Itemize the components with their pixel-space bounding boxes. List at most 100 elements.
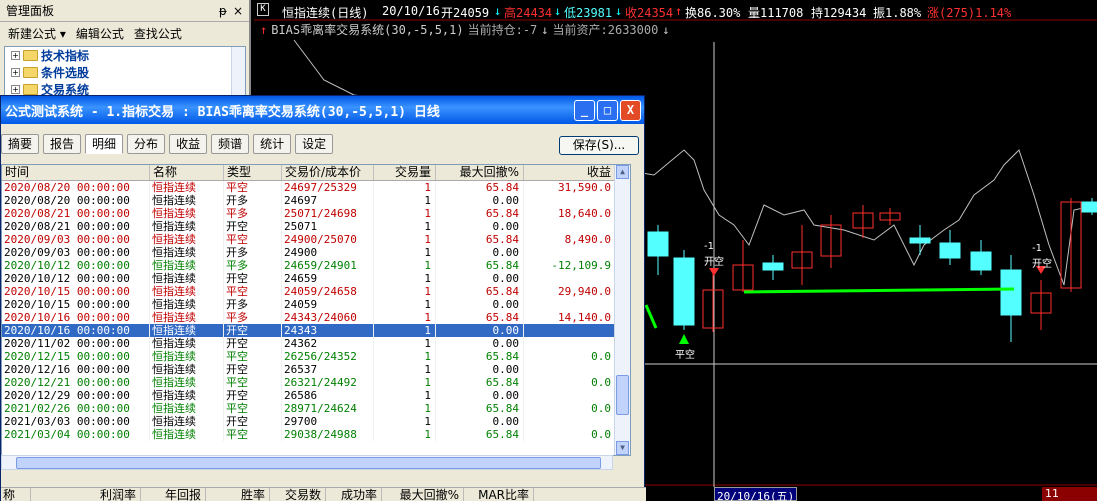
down-arrow-icon: ↓ xyxy=(494,4,502,18)
cell-price: 28971/24624 xyxy=(282,402,374,415)
quote-open: 开24059 xyxy=(441,6,490,20)
tab-summary[interactable]: 摘要 xyxy=(1,134,40,154)
scroll-thumb[interactable] xyxy=(616,375,629,415)
cell-profit xyxy=(524,389,616,402)
summary-col-trade-count[interactable]: 交易数 xyxy=(270,488,326,501)
table-row[interactable]: 2021/02/26 00:00:00 恒指连续 平空 28971/24624 1 65.… xyxy=(2,402,630,415)
indicator-position: 当前持仓:-7 xyxy=(467,23,538,37)
period-flag[interactable]: K xyxy=(257,3,269,16)
table-horizontal-scrollbar[interactable] xyxy=(1,455,613,470)
save-button[interactable]: 保存(S)... xyxy=(559,136,639,155)
summary-col-profit-rate[interactable]: 利润率 xyxy=(31,488,141,501)
cell-type: 平空 xyxy=(224,376,282,389)
cell-price: 24697/25329 xyxy=(282,181,374,194)
maximize-button[interactable]: □ xyxy=(597,99,618,121)
indicator-name[interactable]: BIAS乖离率交易系统(30,-5,5,1) xyxy=(271,23,463,37)
tab-report[interactable]: 报告 xyxy=(43,134,82,154)
cell-profit: 0.0 xyxy=(524,376,616,389)
summary-col-max-drawdown[interactable]: 最大回撤% xyxy=(382,488,464,501)
summary-col-mar-ratio[interactable]: MAR比率 xyxy=(464,488,534,501)
cell-price: 24900 xyxy=(282,246,374,259)
cell-type: 平空 xyxy=(224,402,282,415)
trade-detail-table[interactable]: 时间 名称 类型 交易价/成本价 交易量 最大回撤% 收益 2020/08/20… xyxy=(1,164,631,456)
expand-icon[interactable]: + xyxy=(11,51,20,60)
tab-statistics[interactable]: 统计 xyxy=(253,134,292,154)
scroll-down-icon[interactable]: ▼ xyxy=(616,441,629,455)
table-row[interactable]: 2020/10/16 00:00:00 恒指连续 开空 24343 1 0.00 xyxy=(2,324,630,337)
table-row[interactable]: 2020/08/20 00:00:00 恒指连续 平空 24697/25329 1 65.… xyxy=(2,181,630,194)
cell-name: 恒指连续 xyxy=(150,402,224,415)
table-row[interactable]: 2021/03/03 00:00:00 恒指连续 开空 29700 1 0.00 xyxy=(2,415,630,428)
pin-icon[interactable]: ᵽ xyxy=(219,4,227,18)
tree-item-screening[interactable]: + 条件选股 xyxy=(5,64,245,81)
tab-spectrum[interactable]: 频谱 xyxy=(211,134,250,154)
summary-col-annual-return[interactable]: 年回报 xyxy=(141,488,206,501)
summary-col-win-rate[interactable]: 胜率 xyxy=(206,488,270,501)
close-icon[interactable]: × xyxy=(233,4,243,18)
col-header-name[interactable]: 名称 xyxy=(150,165,224,180)
panel-title-bar: 管理面板 ᵽ × xyxy=(0,0,249,22)
table-row[interactable]: 2020/12/16 00:00:00 恒指连续 开空 26537 1 0.00 xyxy=(2,363,630,376)
expand-icon[interactable]: + xyxy=(11,85,20,94)
col-header-time[interactable]: 时间 xyxy=(2,165,150,180)
panel-title: 管理面板 xyxy=(6,4,55,18)
table-row[interactable]: 2020/10/12 00:00:00 恒指连续 开空 24659 1 0.00 xyxy=(2,272,630,285)
expand-icon[interactable]: + xyxy=(11,68,20,77)
table-row[interactable]: 2020/11/02 00:00:00 恒指连续 开空 24362 1 0.00 xyxy=(2,337,630,350)
col-header-price[interactable]: 交易价/成本价 xyxy=(282,165,374,180)
quote-bar: K 恒指连续(日线) 20/10/16 开24059 ↓ 高24434 ↓ 低2… xyxy=(254,0,1097,20)
table-row[interactable]: 2020/08/21 00:00:00 恒指连续 开空 25071 1 0.00 xyxy=(2,220,630,233)
signal-label: 开空 xyxy=(1032,259,1052,270)
quote-name: 恒指连续(日线) xyxy=(282,6,369,20)
col-header-type[interactable]: 类型 xyxy=(224,165,282,180)
table-row[interactable]: 2020/12/29 00:00:00 恒指连续 开空 26586 1 0.00 xyxy=(2,389,630,402)
cell-name: 恒指连续 xyxy=(150,415,224,428)
table-row[interactable]: 2020/12/21 00:00:00 恒指连续 平空 26321/24492 1 65.… xyxy=(2,376,630,389)
table-row[interactable]: 2020/10/16 00:00:00 恒指连续 平多 24343/24060 1 65.… xyxy=(2,311,630,324)
table-row[interactable]: 2020/10/15 00:00:00 恒指连续 开多 24059 1 0.00 xyxy=(2,298,630,311)
edit-formula-menu[interactable]: 编辑公式 xyxy=(76,25,124,42)
dialog-title: 公式测试系统 - 1.指标交易 : BIAS乖离率交易系统(30,-5,5,1)… xyxy=(5,104,440,120)
cell-price: 25071 xyxy=(282,220,374,233)
table-row[interactable]: 2020/09/03 00:00:00 恒指连续 开多 24900 1 0.00 xyxy=(2,246,630,259)
cell-name: 恒指连续 xyxy=(150,324,224,337)
tree-item-indicators[interactable]: + 技术指标 xyxy=(5,47,245,64)
cell-qty: 1 xyxy=(374,324,436,337)
tab-distribution[interactable]: 分布 xyxy=(127,134,166,154)
col-header-qty[interactable]: 交易量 xyxy=(374,165,436,180)
cell-type: 平多 xyxy=(224,311,282,324)
table-row[interactable]: 2020/10/12 00:00:00 恒指连续 平多 24659/24901 1 65.… xyxy=(2,259,630,272)
tab-returns[interactable]: 收益 xyxy=(169,134,208,154)
table-row[interactable]: 2020/08/21 00:00:00 恒指连续 平多 25071/24698 1 65.… xyxy=(2,207,630,220)
tab-details[interactable]: 明细 xyxy=(85,134,124,154)
scroll-thumb[interactable] xyxy=(16,457,601,469)
close-button[interactable]: X xyxy=(620,99,641,121)
candle-body xyxy=(970,251,992,271)
tab-settings[interactable]: 设定 xyxy=(295,134,334,154)
cell-profit: 8,490.0 xyxy=(524,233,616,246)
find-formula-menu[interactable]: 查找公式 xyxy=(134,25,182,42)
cell-drawdown: 0.00 xyxy=(436,272,524,285)
signal-num: -1 xyxy=(1032,243,1042,254)
scroll-up-icon[interactable]: ▲ xyxy=(616,165,629,179)
table-row[interactable]: 2020/09/03 00:00:00 恒指连续 平空 24900/25070 1 65.… xyxy=(2,233,630,246)
minimize-button[interactable]: _ xyxy=(574,99,595,121)
cell-drawdown: 65.84 xyxy=(436,259,524,272)
cell-name: 恒指连续 xyxy=(150,207,224,220)
axis-corner-label: 11 xyxy=(1042,487,1097,501)
table-vertical-scrollbar[interactable]: ▲ ▼ xyxy=(614,165,630,455)
summary-col-name[interactable]: 称 xyxy=(1,488,31,501)
cell-profit xyxy=(524,246,616,259)
table-row[interactable]: 2020/08/20 00:00:00 恒指连续 开多 24697 1 0.00 xyxy=(2,194,630,207)
new-formula-menu[interactable]: 新建公式 ▾ xyxy=(8,25,66,42)
col-header-drawdown[interactable]: 最大回撤% xyxy=(436,165,524,180)
table-row[interactable]: 2020/10/15 00:00:00 恒指连续 平空 24059/24658 1 65.… xyxy=(2,285,630,298)
dialog-title-bar[interactable]: 公式测试系统 - 1.指标交易 : BIAS乖离率交易系统(30,-5,5,1)… xyxy=(1,96,644,124)
col-header-profit[interactable]: 收益 xyxy=(524,165,616,180)
cell-qty: 1 xyxy=(374,402,436,415)
cell-drawdown: 65.84 xyxy=(436,233,524,246)
summary-col-success-rate[interactable]: 成功率 xyxy=(326,488,382,501)
table-row[interactable]: 2020/12/15 00:00:00 恒指连续 平空 26256/24352 1 65.… xyxy=(2,350,630,363)
cell-type: 平空 xyxy=(224,350,282,363)
table-row[interactable]: 2021/03/04 00:00:00 恒指连续 平空 29038/24988 1 65.… xyxy=(2,428,630,441)
